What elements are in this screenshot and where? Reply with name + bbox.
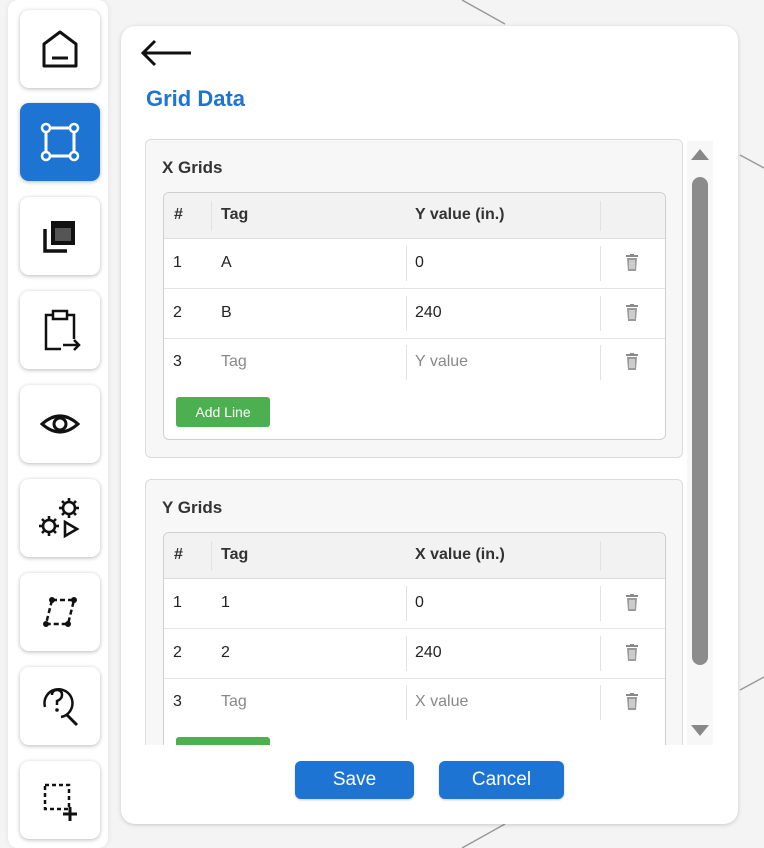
section-title: X Grids [162, 158, 223, 177]
layers-button[interactable] [20, 197, 100, 275]
page-title: Grid Data [146, 86, 246, 111]
clipboard-export-button[interactable] [20, 291, 100, 369]
grid-data-panel: Grid Data X Grids # Tag Y value (in.) 1 … [121, 26, 738, 824]
add-selection-icon [43, 783, 77, 821]
tag-input[interactable]: 1 [221, 594, 230, 612]
trash-icon[interactable] [625, 644, 639, 662]
trash-icon[interactable] [625, 353, 639, 371]
value-input[interactable]: 0 [415, 594, 424, 612]
x-grids-table: # Tag Y value (in.) 1 A 0 2 B 240 3 Tag … [163, 192, 666, 440]
row-number: 3 [173, 353, 182, 370]
shape-points-button[interactable] [20, 573, 100, 651]
layers-icon [43, 221, 75, 253]
home-button[interactable] [20, 10, 100, 88]
tag-input[interactable]: B [221, 304, 232, 322]
question-search-icon [43, 688, 79, 727]
eye-icon [39, 414, 81, 434]
trash-icon[interactable] [625, 304, 639, 322]
new-row: 3 Tag X value [164, 678, 665, 727]
value-input[interactable]: 0 [415, 254, 424, 272]
add-selection-button[interactable] [20, 761, 100, 839]
trash-icon[interactable] [625, 594, 639, 612]
trash-icon[interactable] [625, 254, 639, 272]
value-input[interactable]: 240 [415, 644, 442, 662]
y-grids-table: # Tag X value (in.) 1 1 0 2 2 240 3 Tag … [163, 532, 666, 745]
bounding-box-icon [40, 122, 80, 162]
tag-input[interactable]: 2 [221, 644, 230, 662]
bounding-box-button[interactable] [20, 103, 100, 181]
column-header-number: # [174, 546, 183, 563]
table-row: 2 B 240 [164, 289, 665, 339]
column-header-tag: Tag [221, 206, 249, 223]
scrollbar-thumb[interactable] [692, 177, 708, 665]
tag-input[interactable]: A [221, 254, 232, 272]
scrollbar[interactable] [687, 141, 713, 745]
gears-play-icon [39, 498, 80, 539]
value-input[interactable]: 240 [415, 304, 442, 322]
table-header: # Tag X value (in.) [164, 533, 665, 579]
new-row: 3 Tag Y value [164, 338, 665, 387]
tag-input[interactable]: Tag [221, 353, 247, 371]
column-header-tag: Tag [221, 546, 249, 563]
column-header-value: Y value (in.) [415, 206, 505, 223]
y-grids-section: Y Grids # Tag X value (in.) 1 1 0 2 2 24… [145, 479, 683, 745]
left-toolbar [8, 0, 108, 848]
view-button[interactable] [20, 385, 100, 463]
home-icon [42, 30, 78, 68]
value-input[interactable]: X value [415, 693, 468, 711]
row-number: 1 [173, 254, 182, 271]
trash-icon[interactable] [625, 693, 639, 711]
grids-scroll-area[interactable]: X Grids # Tag Y value (in.) 1 A 0 2 B 24… [145, 139, 685, 745]
value-input[interactable]: Y value [415, 353, 468, 371]
row-number: 3 [173, 693, 182, 710]
tag-input[interactable]: Tag [221, 693, 247, 711]
settings-run-button[interactable] [20, 479, 100, 557]
add-line-button[interactable]: Add Line [176, 397, 270, 427]
parallelogram-points-icon [43, 597, 77, 627]
table-row: 1 1 0 [164, 579, 665, 629]
help-search-button[interactable] [20, 667, 100, 745]
table-row: 1 A 0 [164, 239, 665, 289]
scroll-up-arrow-icon[interactable] [691, 149, 709, 160]
add-line-button[interactable]: Add Line [176, 737, 270, 745]
table-row: 2 2 240 [164, 629, 665, 679]
cancel-button[interactable]: Cancel [439, 761, 564, 799]
x-grids-section: X Grids # Tag Y value (in.) 1 A 0 2 B 24… [145, 139, 683, 458]
column-header-value: X value (in.) [415, 546, 505, 563]
back-arrow-icon[interactable] [139, 36, 195, 70]
scroll-down-arrow-icon[interactable] [691, 725, 709, 736]
row-number: 1 [173, 594, 182, 611]
row-number: 2 [173, 644, 182, 661]
save-button[interactable]: Save [295, 761, 414, 799]
table-header: # Tag Y value (in.) [164, 193, 665, 239]
clipboard-export-icon [44, 309, 81, 351]
row-number: 2 [173, 304, 182, 321]
section-title: Y Grids [162, 498, 223, 517]
column-header-number: # [174, 206, 183, 223]
